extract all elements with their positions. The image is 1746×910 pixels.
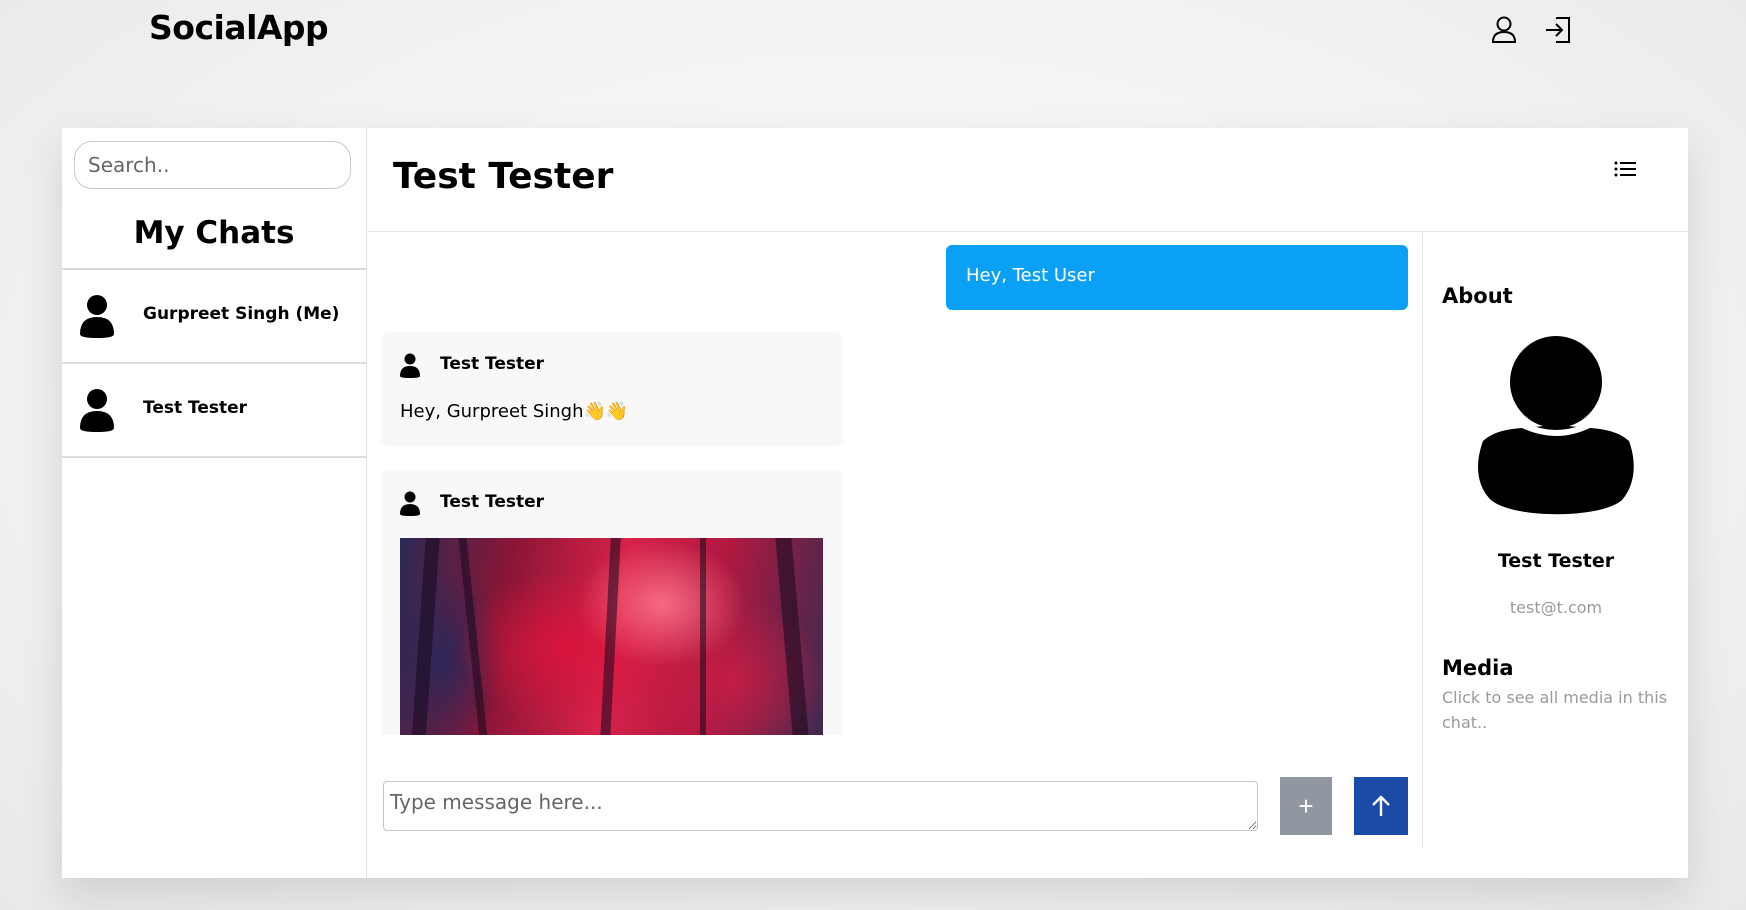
chat-item-test-tester[interactable]: Test Tester bbox=[62, 364, 366, 458]
about-heading: About bbox=[1442, 284, 1513, 308]
media-heading: Media bbox=[1442, 656, 1514, 680]
chat-app-panel: My Chats Gurpreet Singh (Me) Test Tester… bbox=[62, 128, 1688, 878]
person-icon bbox=[400, 491, 420, 516]
media-link[interactable]: Click to see all media in this chat.. bbox=[1442, 685, 1682, 735]
send-button[interactable] bbox=[1354, 777, 1408, 835]
person-icon bbox=[400, 353, 420, 378]
search-input[interactable] bbox=[74, 141, 351, 189]
top-navbar: SocialApp bbox=[0, 0, 1746, 80]
message-image[interactable] bbox=[400, 538, 823, 735]
about-panel: About Test Tester test@t.com Media Click… bbox=[1422, 232, 1689, 848]
message-text: Hey, Gurpreet Singh👋👋 bbox=[400, 401, 629, 422]
chat-list: Gurpreet Singh (Me) Test Tester bbox=[62, 268, 366, 458]
sidebar: My Chats Gurpreet Singh (Me) Test Tester bbox=[62, 128, 367, 878]
message-sender: Test Tester bbox=[440, 492, 545, 512]
user-icon[interactable] bbox=[1486, 12, 1522, 48]
about-email: test@t.com bbox=[1509, 598, 1603, 617]
person-icon bbox=[80, 389, 114, 432]
chat-item-gurpreet[interactable]: Gurpreet Singh (Me) bbox=[62, 270, 366, 364]
list-icon[interactable] bbox=[1610, 154, 1640, 184]
message-list: Hey, Test User Test Tester Hey, Gurpreet… bbox=[367, 232, 1422, 735]
outgoing-message: Hey, Test User bbox=[946, 245, 1408, 310]
person-icon bbox=[80, 295, 114, 338]
chat-header: Test Tester bbox=[367, 128, 1688, 232]
chat-title: Test Tester bbox=[393, 156, 614, 197]
message-input[interactable] bbox=[383, 781, 1258, 831]
incoming-message: Test Tester Hey, Gurpreet Singh👋👋 bbox=[381, 332, 843, 446]
chat-item-name: Test Tester bbox=[143, 398, 248, 418]
chat-main: Test Tester Hey, Test User Test Tester H… bbox=[367, 128, 1688, 878]
message-sender: Test Tester bbox=[440, 354, 545, 374]
logout-icon[interactable] bbox=[1540, 12, 1576, 48]
brand-logo[interactable]: SocialApp bbox=[149, 8, 329, 47]
incoming-message: Test Tester bbox=[381, 470, 843, 735]
my-chats-heading: My Chats bbox=[133, 215, 295, 251]
person-icon bbox=[1478, 336, 1634, 515]
chat-item-name: Gurpreet Singh (Me) bbox=[143, 304, 340, 324]
about-name: Test Tester bbox=[1497, 550, 1615, 572]
message-composer: + bbox=[367, 735, 1422, 878]
add-attachment-button[interactable]: + bbox=[1280, 777, 1332, 835]
arrow-up-icon bbox=[1372, 795, 1390, 816]
